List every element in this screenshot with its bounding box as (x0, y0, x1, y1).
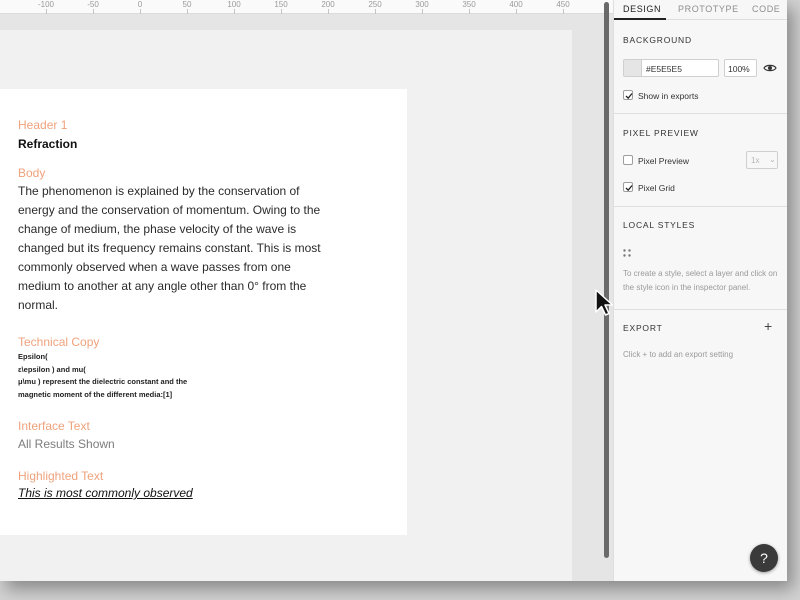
eye-icon[interactable] (763, 62, 777, 74)
technical-line: Epsilon( (18, 352, 48, 361)
technical-line: magnetic moment of the different media:[… (18, 389, 173, 399)
canvas[interactable]: -100 -50 0 50 100 150 200 250 300 350 40… (0, 0, 613, 581)
technical-style-label: Technical Copy (18, 335, 100, 349)
highlighted-style-sample[interactable]: This is most commonly observed (18, 486, 193, 500)
ruler-tick-mark (469, 9, 470, 14)
pixel-grid-label: Pixel Grid (638, 183, 675, 193)
tab-design[interactable]: DESIGN (623, 4, 661, 14)
technical-line: μ\mu ) represent the dielectric constant… (18, 377, 188, 386)
ruler-tick-mark (234, 9, 235, 14)
highlighted-style-label: Highlighted Text (18, 469, 104, 483)
tab-prototype[interactable]: PROTOTYPE (678, 4, 739, 14)
help-button[interactable]: ? (750, 544, 778, 572)
inspector-panel: DESIGN PROTOTYPE CODE BACKGROUND #E5E5E5… (613, 0, 787, 581)
header-style-label: Header 1 (18, 118, 68, 132)
horizontal-ruler: -100 -50 0 50 100 150 200 250 300 350 40… (0, 0, 613, 14)
cursor-icon (595, 289, 613, 316)
styles-dots-icon[interactable] (623, 249, 631, 257)
artboard[interactable]: Header 1 Refraction Body The phenomenon … (0, 89, 407, 535)
ruler-tick-mark (46, 9, 47, 14)
check-icon (625, 93, 633, 100)
header-style-sample[interactable]: Refraction (18, 137, 77, 151)
ruler-tick-mark (422, 9, 423, 14)
show-in-exports-checkbox[interactable] (623, 90, 633, 100)
export-help: Click + to add an export setting (623, 350, 734, 359)
chevron-down-icon: ⌄ (769, 155, 776, 164)
plus-icon[interactable]: + (764, 319, 772, 333)
ruler-tick-mark (563, 9, 564, 14)
body-style-sample[interactable]: The phenomenon is explained by the conse… (18, 182, 330, 315)
technical-style-sample[interactable]: Epsilon( ε\epsilon ) and mu( μ\mu ) repr… (18, 351, 187, 401)
section-divider (614, 309, 787, 310)
pixel-preview-zoom-select[interactable]: 1x ⌄ (746, 151, 778, 169)
export-section-title: EXPORT (623, 323, 663, 333)
tab-code[interactable]: CODE (752, 4, 780, 14)
background-hex-input[interactable]: #E5E5E5 (641, 59, 719, 77)
ruler-tick-mark (93, 9, 94, 14)
ruler-tick-mark (187, 9, 188, 14)
background-color-swatch[interactable] (623, 59, 642, 77)
section-divider (614, 206, 787, 207)
local-styles-help: To create a style, select a layer and cl… (623, 269, 778, 292)
pixel-preview-section-title: PIXEL PREVIEW (623, 128, 699, 138)
show-in-exports-label: Show in exports (638, 91, 699, 101)
ruler-tick-mark (516, 9, 517, 14)
check-icon (625, 185, 633, 192)
background-section-title: BACKGROUND (623, 35, 692, 45)
ruler-tick-mark (140, 9, 141, 14)
active-tab-indicator (614, 18, 666, 20)
section-divider (614, 113, 787, 114)
pixel-preview-label: Pixel Preview (638, 156, 690, 166)
ruler-tick-mark (375, 9, 376, 14)
ruler-tick-mark (281, 9, 282, 14)
vertical-scrollbar[interactable] (604, 2, 609, 558)
body-style-label: Body (18, 166, 46, 180)
ruler-tick-mark (328, 9, 329, 14)
pixel-preview-checkbox[interactable] (623, 155, 633, 165)
interface-style-label: Interface Text (18, 419, 90, 433)
technical-line: ε\epsilon ) and mu( (18, 364, 86, 374)
interface-style-sample[interactable]: All Results Shown (18, 437, 115, 451)
background-opacity-input[interactable]: 100% (724, 59, 757, 77)
pixel-grid-checkbox[interactable] (623, 182, 633, 192)
local-styles-section-title: LOCAL STYLES (623, 220, 696, 230)
app-window: -100 -50 0 50 100 150 200 250 300 350 40… (0, 0, 787, 581)
inspector-tabs: DESIGN PROTOTYPE CODE (614, 0, 787, 20)
zoom-value: 1x (751, 156, 760, 165)
